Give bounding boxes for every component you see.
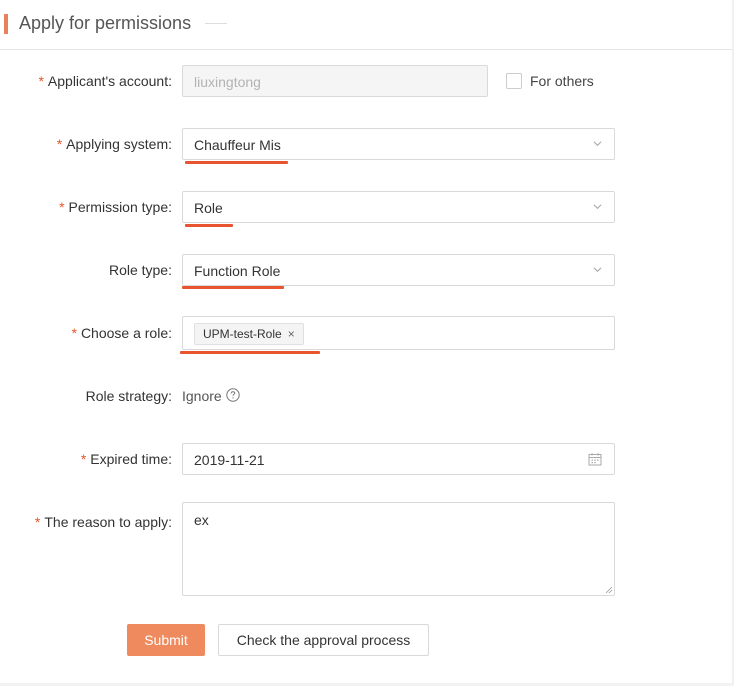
chevron-down-icon	[593, 141, 602, 147]
annotation-underline	[185, 224, 233, 227]
permission-type-value: Role	[194, 200, 223, 216]
header-divider	[205, 23, 227, 24]
choose-role-multiselect[interactable]: UPM-test-Role ×	[182, 316, 615, 350]
choose-role-label: * Choose a role:	[71, 325, 172, 341]
header-accent-bar	[4, 14, 8, 34]
permission-type-select[interactable]: Role	[182, 191, 615, 223]
expired-time-value: 2019-11-21	[194, 452, 265, 468]
chevron-down-icon	[593, 267, 602, 273]
role-type-label: Role type:	[108, 262, 172, 278]
role-strategy-value: Ignore	[182, 388, 222, 404]
page-header: Apply for permissions	[0, 0, 734, 50]
annotation-underline	[182, 286, 284, 289]
role-type-value: Function Role	[194, 263, 281, 279]
annotation-underline	[180, 351, 320, 354]
applicant-account-field[interactable]: liuxingtong	[182, 65, 488, 97]
submit-button[interactable]: Submit	[127, 624, 205, 656]
check-approval-process-button[interactable]: Check the approval process	[218, 624, 429, 656]
for-others-label: For others	[530, 73, 594, 89]
role-type-select[interactable]: Function Role	[182, 254, 615, 286]
expired-time-datepicker[interactable]: 2019-11-21	[182, 443, 615, 475]
help-circle-icon[interactable]	[226, 388, 240, 402]
selected-role-tag: UPM-test-Role ×	[194, 323, 304, 345]
apply-permissions-page: Apply for permissions * Applicant's accou…	[0, 0, 734, 686]
reason-label: * The reason to apply:	[34, 514, 172, 530]
resize-handle-icon[interactable]	[605, 586, 613, 594]
applying-system-label: * Applying system:	[56, 136, 172, 152]
reason-value: ex	[194, 512, 209, 528]
calendar-icon	[588, 453, 602, 466]
applying-system-value: Chauffeur Mis	[194, 137, 281, 153]
applying-system-select[interactable]: Chauffeur Mis	[182, 128, 615, 160]
for-others-checkbox[interactable]	[506, 73, 522, 89]
chevron-down-icon	[593, 204, 602, 210]
annotation-underline	[185, 161, 288, 164]
expired-time-label: * Expired time:	[80, 451, 172, 467]
applicant-account-value: liuxingtong	[194, 74, 261, 90]
remove-tag-icon[interactable]: ×	[288, 327, 295, 341]
applicant-account-label: * Applicant's account:	[38, 73, 172, 89]
permission-type-label: * Permission type:	[59, 199, 172, 215]
page-title: Apply for permissions	[19, 13, 192, 33]
reason-textarea[interactable]: ex	[182, 502, 615, 596]
role-strategy-label: Role strategy:	[85, 388, 172, 404]
